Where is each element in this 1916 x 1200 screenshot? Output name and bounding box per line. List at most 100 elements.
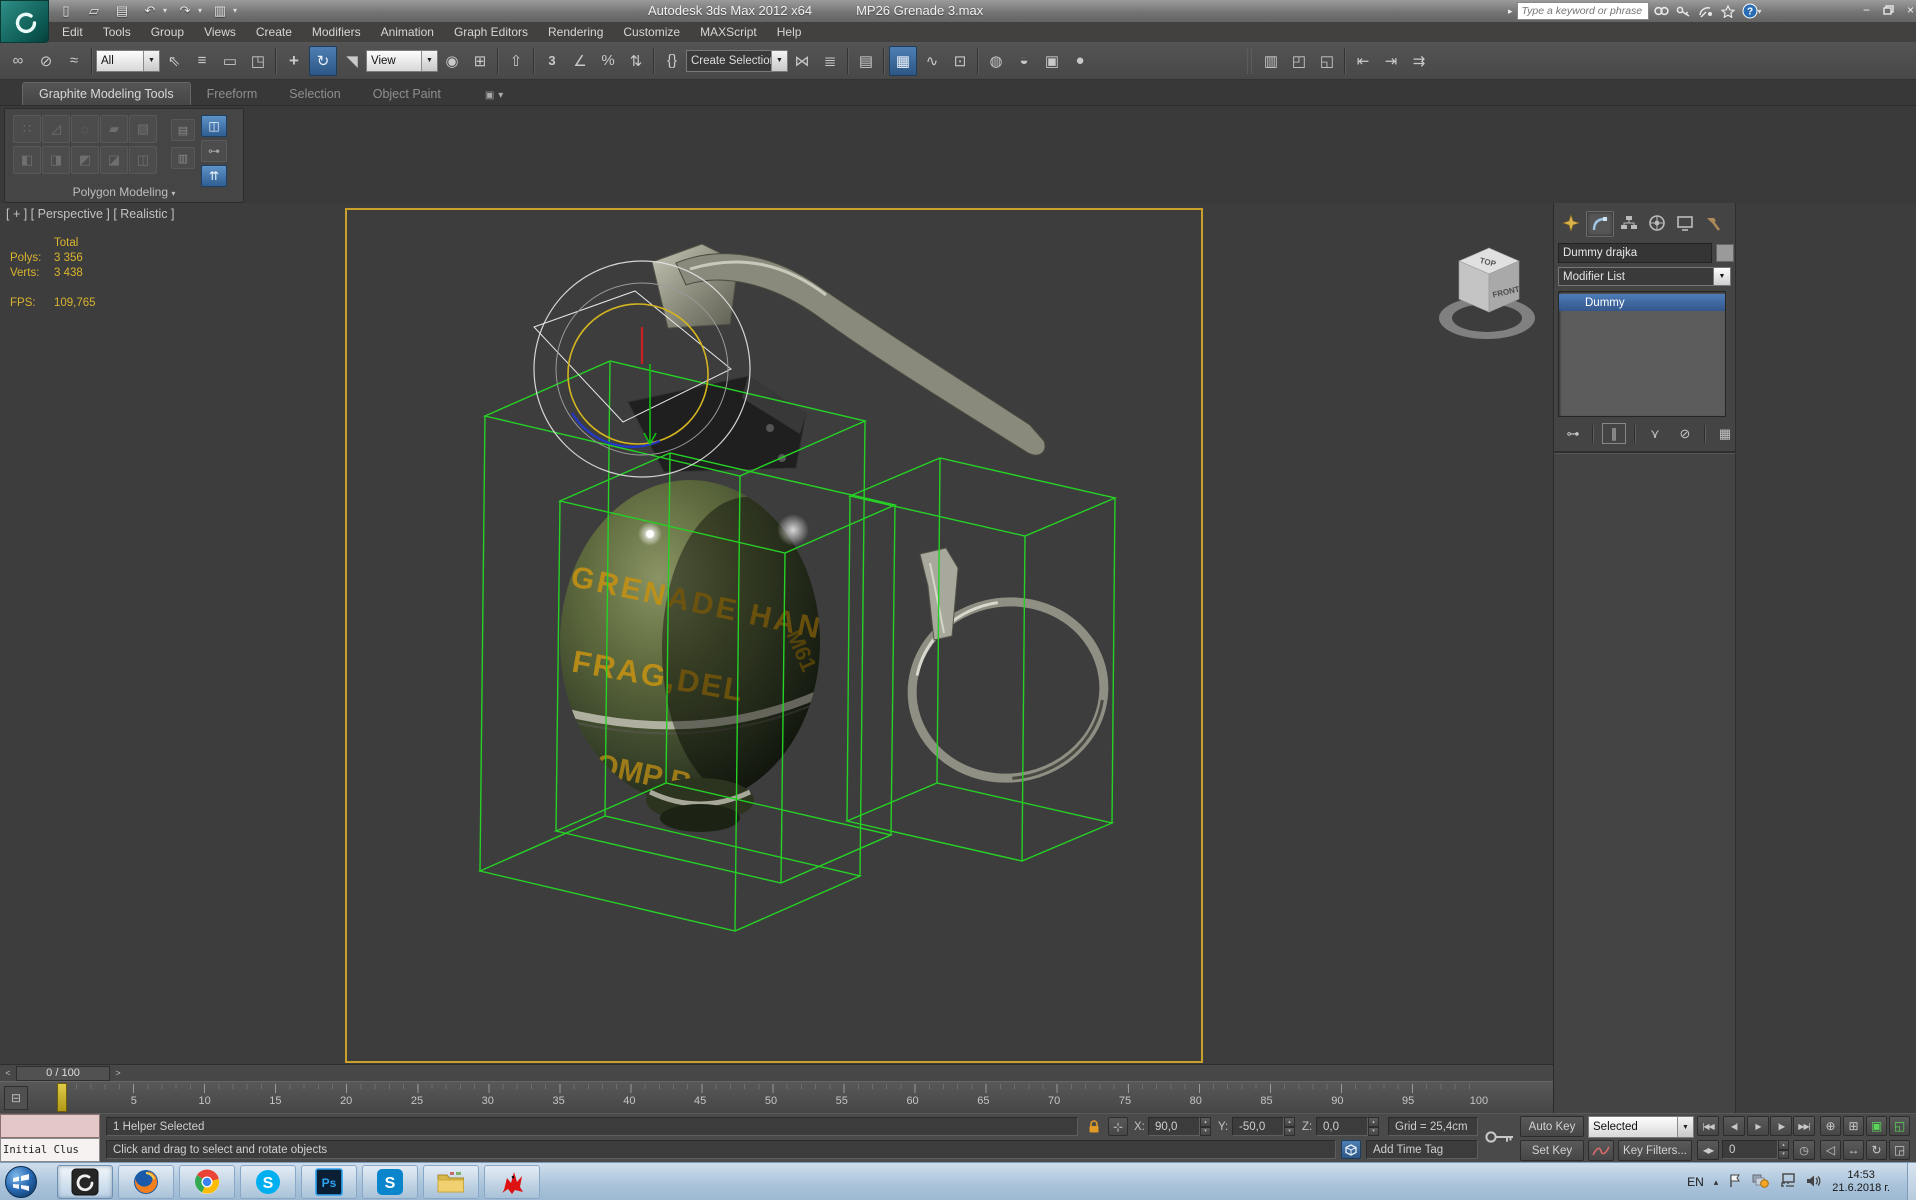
redo-dropdown-icon[interactable]: ▾ — [198, 6, 202, 15]
search-communities-icon[interactable] — [1653, 3, 1671, 19]
previous-frame-button[interactable]: ◀| — [1723, 1116, 1745, 1136]
align-button[interactable]: ≣ — [817, 47, 843, 75]
snaps-toggle[interactable]: 3 — [539, 47, 565, 75]
spinner-down-icon[interactable]: ▾ — [1284, 1126, 1295, 1136]
tab-graphite-modeling-tools[interactable]: Graphite Modeling Tools — [22, 82, 191, 105]
tab-object-paint[interactable]: Object Paint — [357, 83, 457, 105]
subscription-key-icon[interactable] — [1675, 3, 1693, 19]
qat-customize-icon[interactable]: ▾ — [233, 6, 237, 15]
ribbon-minimize-arrow-icon[interactable]: ▾ — [498, 90, 503, 101]
window-crossing-toggle[interactable]: ◳ — [245, 47, 271, 75]
current-frame-field[interactable]: 0 — [1722, 1140, 1778, 1159]
selection-set-combo[interactable]: Selected ▼ — [1588, 1116, 1694, 1138]
grenade-model[interactable]: GRENADE HAN FRAG,DEL M61 OMP B — [556, 243, 1046, 832]
pan-view-button[interactable]: ↔ — [1843, 1140, 1864, 1160]
taskbar-photoshop-button[interactable]: Ps — [301, 1165, 357, 1199]
preview-subobject-button-4[interactable]: ◪ — [100, 146, 128, 174]
spinner-up-icon[interactable]: ▴ — [1284, 1117, 1295, 1127]
collapse-stack-down-button[interactable]: ▥ — [171, 147, 195, 169]
edge-mode-button[interactable]: ◿ — [42, 115, 70, 143]
tab-utilities[interactable] — [1700, 211, 1726, 235]
object-name-field[interactable]: Dummy drajka — [1558, 243, 1712, 263]
grenade-pin-ring[interactable] — [901, 547, 1116, 791]
select-and-rotate-button[interactable]: ↻ — [309, 45, 337, 76]
field-of-view-button[interactable]: ◁ — [1820, 1140, 1841, 1160]
spinner-up-icon[interactable]: ▴ — [1368, 1117, 1379, 1127]
add-time-tag-field[interactable]: Add Time Tag — [1366, 1140, 1478, 1159]
material-editor-button[interactable]: ◍ — [983, 47, 1009, 75]
restore-button[interactable] — [1880, 2, 1897, 17]
action-center-flag-icon[interactable] — [1728, 1173, 1742, 1191]
use-pivot-point-center-button[interactable]: ◉ — [439, 47, 465, 75]
ribbon-state-icon[interactable]: ▣ — [485, 90, 494, 101]
windows-update-icon[interactable] — [1752, 1173, 1770, 1191]
curve-editor-button[interactable]: ∿ — [919, 47, 945, 75]
taskbar-chrome-button[interactable] — [179, 1165, 235, 1199]
spinner-down-icon[interactable]: ▾ — [1368, 1126, 1379, 1136]
volume-icon[interactable] — [1806, 1174, 1822, 1191]
zoom-all-button[interactable]: ⊞ — [1843, 1116, 1864, 1136]
spinner-down-icon[interactable]: ▾ — [1200, 1126, 1211, 1136]
close-button[interactable]: × — [1902, 2, 1916, 17]
favorites-star-icon[interactable] — [1719, 3, 1737, 19]
inherit-container-button[interactable]: ◰ — [1286, 47, 1312, 75]
tab-create[interactable] — [1558, 211, 1584, 235]
show-end-result-button[interactable]: ∥ — [1602, 423, 1626, 444]
collapse-stack-up-button[interactable]: ▤ — [171, 119, 195, 141]
reference-coordinate-dropdown[interactable]: View ▼ — [366, 49, 438, 72]
named-selection-sets-dropdown[interactable]: Create Selection Se ▼ — [686, 49, 788, 72]
next-frame-button[interactable]: |▶ — [1770, 1116, 1792, 1136]
network-icon[interactable] — [1779, 1173, 1796, 1191]
select-by-name-button[interactable]: ≡ — [189, 47, 215, 75]
select-and-link-button[interactable]: ∞ — [5, 47, 31, 75]
communication-center-icon[interactable] — [1697, 3, 1715, 19]
menu-item[interactable]: Animation — [371, 23, 444, 41]
percent-snap-toggle[interactable]: % — [595, 47, 621, 75]
modifier-list-dropdown[interactable]: Modifier List — [1558, 267, 1714, 286]
tray-clock[interactable]: 14:53 21.6.2018 г. — [1832, 1169, 1890, 1195]
z-coordinate-field[interactable]: 0,0 — [1316, 1117, 1368, 1136]
search-expand-icon[interactable]: ▸ — [1508, 6, 1513, 17]
project-folder-button[interactable]: ▥ — [210, 2, 230, 19]
taskbar-firefox-button[interactable] — [118, 1165, 174, 1199]
spinner-up-icon[interactable]: ▴ — [1200, 1117, 1211, 1127]
tab-display[interactable] — [1672, 211, 1698, 235]
configure-modifier-sets-button[interactable]: ▦ — [1714, 424, 1736, 443]
time-configuration-button[interactable]: ◷ — [1793, 1140, 1815, 1160]
menu-item[interactable]: Graph Editors — [444, 23, 538, 41]
menu-item[interactable]: Customize — [613, 23, 690, 41]
graphite-ribbon-toggle[interactable]: ▦ — [889, 45, 917, 76]
zoom-button[interactable]: ⊕ — [1820, 1116, 1841, 1136]
spinner-up-icon[interactable]: ▴ — [1778, 1140, 1789, 1150]
menu-item[interactable]: Modifiers — [302, 23, 371, 41]
create-container-button[interactable]: ▥ — [1258, 47, 1284, 75]
set-key-big-key-icon[interactable] — [1484, 1128, 1516, 1149]
menu-item[interactable]: Edit — [52, 23, 93, 41]
object-color-swatch[interactable] — [1716, 244, 1734, 262]
stack-item-dummy[interactable]: Dummy — [1559, 294, 1725, 311]
y-coordinate-field[interactable]: -50,0 — [1232, 1117, 1284, 1136]
absolute-offset-mode-toggle[interactable]: ⊹ — [1108, 1117, 1128, 1136]
timeline-ruler[interactable]: ⊟ 05101520253035404550556065707580859095… — [0, 1081, 1553, 1113]
isolate-selection-toggle[interactable] — [1341, 1140, 1361, 1159]
frame-back-button[interactable]: < — [0, 1066, 16, 1081]
selection-filter-dropdown[interactable]: All ▼ — [96, 49, 160, 72]
menu-item[interactable]: Help — [767, 23, 812, 41]
modifier-stack[interactable]: Dummy — [1558, 291, 1726, 417]
preview-subobject-button-3[interactable]: ◩ — [71, 146, 99, 174]
layer-manager-button[interactable]: ▤ — [853, 47, 879, 75]
show-desktop-button[interactable] — [1907, 1163, 1916, 1200]
help-icon[interactable]: ? — [1741, 3, 1759, 19]
zoom-extents-all-button[interactable]: ◱ — [1889, 1116, 1910, 1136]
save-container-button[interactable]: ⇤ — [1350, 47, 1376, 75]
auto-key-button[interactable]: Auto Key — [1520, 1116, 1584, 1137]
frame-range-indicator[interactable]: 0 / 100 — [16, 1065, 110, 1081]
taskbar-skype-button[interactable]: S — [240, 1165, 296, 1199]
taskbar-explorer-button[interactable] — [423, 1165, 479, 1199]
spinner-down-icon[interactable]: ▾ — [1778, 1149, 1789, 1159]
taskbar-red-app-button[interactable] — [484, 1165, 540, 1199]
taskbar-skype-business-button[interactable]: S — [362, 1165, 418, 1199]
element-mode-button[interactable]: ▧ — [129, 115, 157, 143]
tab-selection[interactable]: Selection — [273, 83, 356, 105]
open-mini-curve-editor-button[interactable]: ⊟ — [4, 1086, 28, 1110]
